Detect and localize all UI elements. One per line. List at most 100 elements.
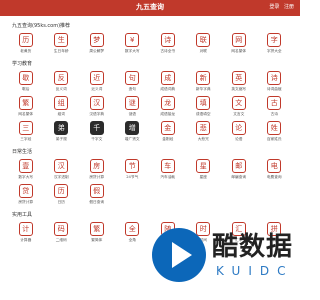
- tool-item[interactable]: 繁繁简体: [79, 222, 115, 243]
- tool-item[interactable]: 谜谜语: [115, 96, 151, 117]
- tool-icon: 生: [54, 33, 69, 47]
- tool-item[interactable]: 文文言文: [221, 96, 257, 117]
- tool-item[interactable]: 诗古诗全书: [150, 33, 186, 54]
- tool-label: 诗词曲赋: [266, 87, 282, 91]
- tool-label: 造句: [128, 87, 136, 91]
- tool-item[interactable]: 金金刚经: [150, 121, 186, 142]
- tool-icon: 龙: [160, 96, 175, 110]
- tool-label: 老黄历: [20, 49, 32, 53]
- tool-icon: 诗: [267, 71, 282, 85]
- tool-item[interactable]: 电电费查询: [257, 159, 293, 180]
- tool-item[interactable]: 古古诗: [257, 96, 293, 117]
- tool-item[interactable]: 假假日查询: [79, 184, 115, 205]
- tool-item[interactable]: 姓百家姓氏: [257, 121, 293, 142]
- tool-item[interactable]: 联对联: [186, 33, 222, 54]
- tool-item[interactable]: 反反义词: [44, 71, 80, 92]
- section-title: 日常生活: [12, 149, 33, 155]
- tool-item[interactable]: 历老黄历: [8, 33, 44, 54]
- tool-item[interactable]: 论论语: [221, 121, 257, 142]
- tool-icon: 诗: [160, 33, 175, 47]
- tool-item[interactable]: 三三字经: [8, 121, 44, 142]
- tool-label: 成语接龙: [160, 112, 176, 116]
- tool-item[interactable]: 悲大悲咒: [186, 121, 222, 142]
- tool-label: 汽车油耗: [160, 175, 176, 179]
- tool-icon: 近: [89, 71, 104, 85]
- tool-icon: 英: [231, 71, 246, 85]
- tool-label: 三字经: [20, 137, 32, 141]
- tool-item[interactable]: 邮邮编查询: [221, 159, 257, 180]
- tool-icon: 节: [125, 159, 140, 173]
- tool-item[interactable]: 汉汉语字典: [79, 96, 115, 117]
- tool-label: 房贷计算: [18, 200, 34, 204]
- tool-label: 文言文: [233, 112, 245, 116]
- tool-item[interactable]: 句造句: [115, 71, 151, 92]
- tool-label: 日历: [57, 200, 65, 204]
- tool-label: 百家姓氏: [266, 137, 282, 141]
- register-link[interactable]: 注册: [284, 4, 294, 10]
- tool-icon: 文: [231, 96, 246, 110]
- tool-label: 网名繁体: [18, 112, 34, 116]
- section-title: 学习教育: [12, 61, 33, 67]
- tool-icon: 繁: [18, 96, 33, 110]
- tool-icon: 汉: [54, 159, 69, 173]
- tool-item[interactable]: 增增广贤文: [115, 121, 151, 142]
- tool-item[interactable]: 近近义词: [79, 71, 115, 92]
- tool-icon: 填: [196, 96, 211, 110]
- tool-label: 组词: [57, 112, 65, 116]
- tool-item[interactable]: 汉汉字进制: [44, 159, 80, 180]
- tool-icon: 句: [125, 71, 140, 85]
- page-title: 九五查询: [136, 3, 164, 11]
- tool-label: 二维码: [55, 238, 67, 242]
- tool-icon: 歇: [18, 71, 33, 85]
- tool-label: 歇后: [22, 87, 30, 91]
- tool-label: 金刚经: [162, 137, 174, 141]
- tool-item[interactable]: ¥ 数字大写: [115, 33, 151, 54]
- tool-label: 弟子规: [55, 137, 67, 141]
- tool-label: 全角: [128, 238, 136, 242]
- tool-item[interactable]: 组组词: [44, 96, 80, 117]
- tool-item[interactable]: 梦周公解梦: [79, 33, 115, 54]
- tool-item[interactable]: 龙成语接龙: [150, 96, 186, 117]
- tool-icon: 增: [125, 121, 140, 135]
- tool-item[interactable]: 繁网名繁体: [8, 96, 44, 117]
- auth-links: 登录 注册: [266, 3, 294, 10]
- tool-item[interactable]: 新新华字典: [186, 71, 222, 92]
- login-link[interactable]: 登录: [269, 4, 279, 10]
- tool-item[interactable]: 成成语词典: [150, 71, 186, 92]
- tool-item[interactable]: 英英文缩写: [221, 71, 257, 92]
- tool-item[interactable]: 车汽车油耗: [150, 159, 186, 180]
- section-title: 九五查询(95ks.com)推荐: [12, 23, 71, 29]
- tool-label: 星座: [199, 175, 207, 179]
- tool-item[interactable]: 网网名繁体: [221, 33, 257, 54]
- tool-label: 谜语: [128, 112, 136, 116]
- tool-item[interactable]: 房房贷计算: [79, 159, 115, 180]
- section-2: 日常生活壹数字大写汉汉字进制房房贷计算节 24节气车汽车油耗星星座邮邮编查询电电费…: [8, 148, 292, 205]
- tool-item[interactable]: 歇歇后: [8, 71, 44, 92]
- tool-item[interactable]: 全全角: [115, 222, 151, 243]
- tool-item[interactable]: 壹数字大写: [8, 159, 44, 180]
- tool-item[interactable]: 弟弟子规: [44, 121, 80, 142]
- tool-item[interactable]: 码二维码: [44, 222, 80, 243]
- tool-item[interactable]: 诗诗词曲赋: [257, 71, 293, 92]
- tool-item[interactable]: 节 24节气: [115, 159, 151, 180]
- tool-label: 计算器: [20, 238, 32, 242]
- tool-item[interactable]: 生生日年龄: [44, 33, 80, 54]
- tool-icon: 字: [267, 33, 282, 47]
- tool-icon: 谜: [125, 96, 140, 110]
- tool-item[interactable]: 填成语填空: [186, 96, 222, 117]
- tool-item[interactable]: 字字拼大全: [257, 33, 293, 54]
- tool-item[interactable]: 计计算器: [8, 222, 44, 243]
- tool-icon: ¥: [125, 33, 140, 47]
- tool-icon: 假: [89, 184, 104, 198]
- tool-icon: 历: [18, 33, 33, 47]
- tool-label: 房贷计算: [89, 175, 105, 179]
- tool-icon: 繁: [89, 222, 104, 236]
- tool-item[interactable]: 星星座: [186, 159, 222, 180]
- tool-label: 古诗: [270, 112, 278, 116]
- tool-label: 近义词: [91, 87, 103, 91]
- tool-grid: 歇歇后反反义词近近义词句造句成成语词典新新华字典英英文缩写诗诗词曲赋繁网名繁体组…: [8, 71, 292, 142]
- tool-item[interactable]: 千千字文: [79, 121, 115, 142]
- tool-item[interactable]: 历日历: [44, 184, 80, 205]
- top-bar: 九五查询 登录 注册: [0, 0, 300, 16]
- tool-item[interactable]: 贷房贷计算: [8, 184, 44, 205]
